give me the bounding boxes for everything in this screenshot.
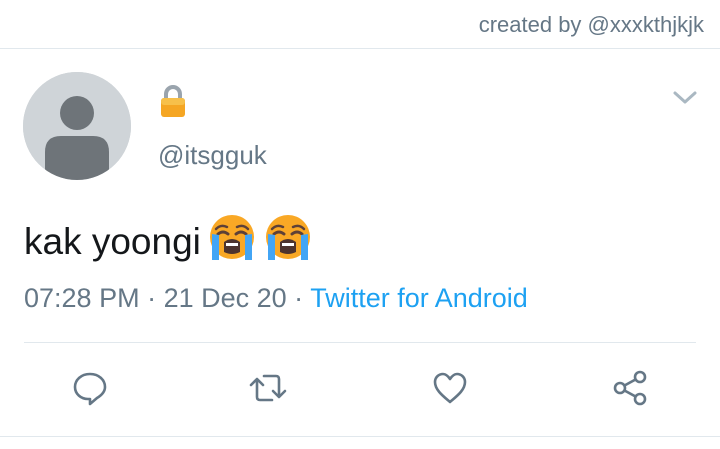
separator: · bbox=[139, 283, 164, 313]
separator: · bbox=[286, 283, 311, 313]
reply-icon bbox=[73, 372, 107, 406]
loudly-crying-face-emoji bbox=[207, 212, 257, 271]
user-handle[interactable]: @itsgguk bbox=[158, 140, 267, 171]
bottom-divider bbox=[0, 436, 720, 437]
actions-divider bbox=[24, 342, 696, 343]
heart-icon bbox=[433, 372, 467, 404]
loudly-crying-face-emoji bbox=[263, 212, 313, 271]
lock-icon bbox=[158, 84, 188, 123]
retweet-icon bbox=[249, 374, 287, 402]
creator-credit: created by @xxxkthjkjk bbox=[478, 12, 704, 37]
tweet-body: kak yoongi bbox=[24, 220, 201, 262]
share-button[interactable] bbox=[610, 368, 650, 408]
tweet-metadata: 07:28 PM · 21 Dec 20 · Twitter for Andro… bbox=[24, 283, 528, 314]
tweet-text: kak yoongi bbox=[24, 212, 313, 271]
retweet-button[interactable] bbox=[248, 368, 288, 408]
default-avatar-icon bbox=[23, 72, 131, 180]
tweet-date: 21 Dec 20 bbox=[163, 283, 287, 313]
top-divider bbox=[0, 48, 720, 49]
tweet-source-link[interactable]: Twitter for Android bbox=[310, 283, 528, 313]
avatar[interactable] bbox=[23, 72, 131, 180]
reply-button[interactable] bbox=[70, 368, 110, 408]
share-icon bbox=[613, 370, 647, 406]
tweet-time: 07:28 PM bbox=[24, 283, 140, 313]
chevron-down-icon[interactable] bbox=[672, 90, 698, 111]
like-button[interactable] bbox=[430, 368, 470, 408]
